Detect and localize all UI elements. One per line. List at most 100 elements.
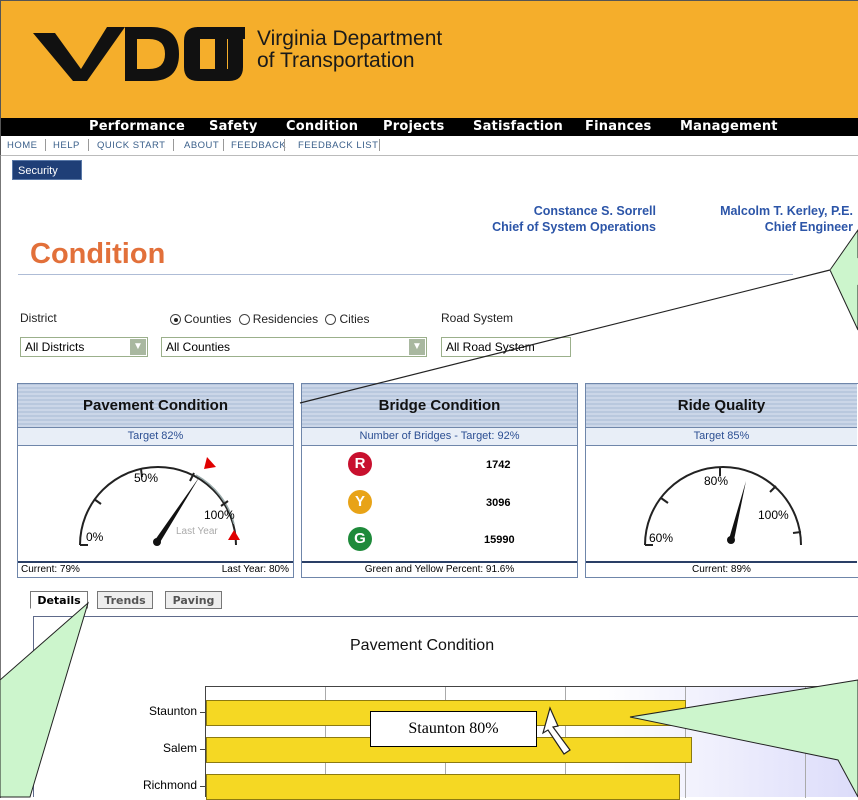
nav-projects[interactable]: Projects — [383, 119, 444, 134]
last-year-legend-icon — [228, 530, 240, 540]
subnav-divider — [88, 139, 89, 151]
subnav-help[interactable]: HELP — [53, 140, 80, 151]
category-label: Salem — [162, 741, 197, 755]
radio-label: Cities — [339, 312, 370, 326]
subnav-about[interactable]: ABOUT — [184, 140, 219, 151]
category-tick — [200, 712, 205, 713]
nav-finances[interactable]: Finances — [585, 119, 651, 134]
site-header: Virginia Department of Transportation — [0, 0, 858, 118]
subnav-home[interactable]: HOME — [7, 140, 38, 151]
pavement-condition-panel: Pavement Condition Target 82% 50% 100% 0… — [17, 383, 294, 578]
panel-title[interactable]: Pavement Condition — [18, 384, 293, 427]
callout-triangle-top — [829, 229, 858, 331]
chevron-down-icon[interactable]: ▼ — [130, 339, 146, 355]
person-role: Chief of System Operations — [492, 220, 656, 234]
gauge-label-80: 80% — [704, 474, 729, 488]
subnav-divider — [223, 139, 224, 151]
staunton-callout: Staunton 80% — [370, 711, 537, 747]
panel-title[interactable]: Ride Quality — [586, 384, 857, 427]
county-select-value: All Counties — [166, 340, 231, 354]
radio-label: Counties — [184, 312, 232, 326]
subnav-divider — [284, 139, 285, 151]
red-status-icon: R — [348, 452, 372, 476]
person-name[interactable]: Constance S. Sorrell — [420, 203, 656, 219]
road-system-label: Road System — [441, 311, 514, 325]
area-type-radios: Counties Residencies Cities — [170, 312, 369, 326]
green-status-icon: G — [348, 527, 372, 551]
gauge-label-50: 50% — [134, 471, 159, 485]
subnav-feedback[interactable]: FEEDBACK — [231, 140, 286, 151]
sub-nav: HOME HELP QUICK START ABOUT FEEDBACK FEE… — [0, 136, 858, 156]
panel-title[interactable]: Bridge Condition — [302, 384, 577, 427]
yellow-status-icon: Y — [348, 490, 372, 514]
district-select-value: All Districts — [25, 340, 85, 354]
last-year-legend: Last Year — [176, 526, 218, 537]
security-button[interactable]: Security — [12, 160, 82, 180]
left-border — [0, 118, 1, 798]
pavement-last-year: Last Year: 80% — [221, 564, 289, 575]
bridge-condition-panel: Bridge Condition Number of Bridges - Tar… — [301, 383, 578, 578]
org-name: Virginia Department of Transportation — [257, 28, 442, 72]
org-name-line2: of Transportation — [257, 49, 415, 72]
radio-cities[interactable]: Cities — [325, 312, 369, 326]
chevron-down-icon[interactable]: ▼ — [409, 339, 425, 355]
nav-satisfaction[interactable]: Satisfaction — [473, 119, 563, 134]
nav-safety[interactable]: Safety — [209, 119, 258, 134]
tab-paving[interactable]: Paving — [165, 591, 222, 609]
radio-dot — [238, 314, 250, 325]
page-title: Condition — [30, 238, 166, 270]
county-select[interactable]: All Counties ▼ — [161, 337, 427, 357]
nav-management[interactable]: Management — [680, 119, 778, 134]
radio-label: Residencies — [252, 312, 319, 326]
subnav-feedback-list[interactable]: FEEDBACK LIST — [298, 140, 378, 151]
pavement-gauge — [79, 457, 240, 546]
chart-bar-richmond[interactable] — [206, 774, 680, 800]
ride-footer: Current: 89% — [586, 561, 857, 577]
bridge-green-count[interactable]: 15990 — [484, 534, 515, 546]
gauge-label-100: 100% — [758, 508, 789, 522]
district-label: District — [20, 311, 57, 325]
category-label: Staunton — [148, 704, 197, 718]
gauge-label-100: 100% — [204, 508, 235, 522]
vdot-logo-t-icon — [197, 27, 245, 81]
pavement-footer: Current: 79% Last Year: 80% — [18, 561, 293, 577]
category-tick — [200, 786, 205, 787]
subnav-divider — [45, 139, 46, 151]
ride-needle — [729, 481, 746, 540]
main-nav: Performance Safety Condition Projects Sa… — [0, 118, 858, 136]
radio-dot — [325, 314, 337, 325]
panel-target: Number of Bridges - Target: 92% — [302, 427, 577, 446]
last-year-marker-icon — [204, 457, 216, 469]
road-system-select[interactable]: All Road System — [441, 337, 571, 357]
nav-condition[interactable]: Condition — [286, 119, 358, 134]
radio-counties[interactable]: Counties — [170, 312, 231, 326]
person-role: Chief Engineer — [764, 220, 853, 234]
gridline — [805, 687, 806, 798]
chart-title: Pavement Condition — [350, 637, 495, 654]
person-sorrell: Constance S. Sorrell Chief of System Ope… — [420, 203, 656, 235]
nav-performance[interactable]: Performance — [89, 119, 185, 134]
gauge-label-60: 60% — [649, 531, 674, 545]
radio-dot — [170, 314, 181, 325]
road-system-select-value: All Road System — [446, 340, 535, 354]
tab-trends[interactable]: Trends — [97, 591, 153, 609]
category-tick — [200, 749, 205, 750]
subnav-divider — [379, 139, 380, 151]
bridge-yellow-count[interactable]: 3096 — [486, 497, 510, 509]
title-underline — [18, 274, 793, 275]
subnav-divider — [173, 139, 174, 151]
person-kerley: Malcolm T. Kerley, P.E. Chief Engineer — [660, 203, 853, 235]
radio-residencies[interactable]: Residencies — [238, 312, 319, 326]
ride-gauge — [644, 466, 802, 546]
ride-quality-panel: Ride Quality Target 85% 80% 100% 60% Cur… — [585, 383, 858, 578]
tab-details[interactable]: Details — [30, 591, 88, 609]
gauge-label-0: 0% — [86, 530, 104, 544]
subnav-quick-start[interactable]: QUICK START — [97, 140, 166, 151]
bridge-red-count[interactable]: 1742 — [486, 459, 510, 471]
category-label: Richmond — [142, 778, 197, 792]
pavement-current: Current: 79% — [21, 564, 80, 575]
person-name[interactable]: Malcolm T. Kerley, P.E. — [660, 203, 853, 219]
bridge-footer: Green and Yellow Percent: 91.6% — [302, 561, 577, 577]
org-name-line1: Virginia Department — [257, 27, 443, 50]
district-select[interactable]: All Districts ▼ — [20, 337, 148, 357]
